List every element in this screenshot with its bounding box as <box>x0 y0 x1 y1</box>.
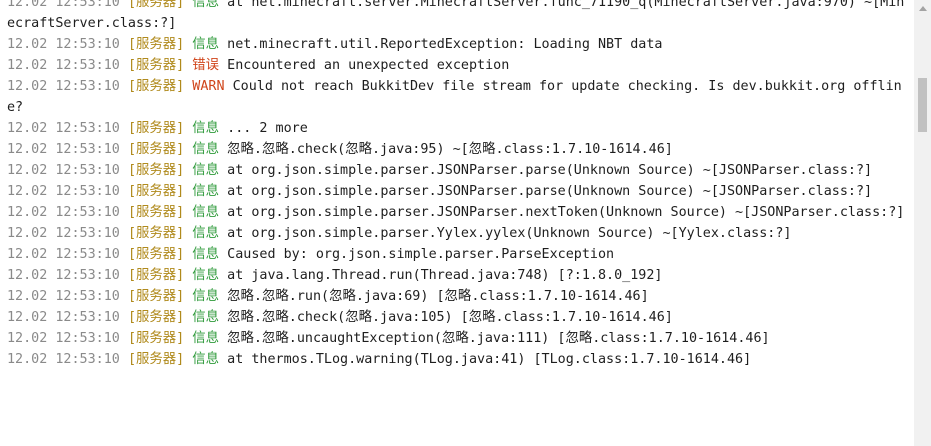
log-level: 信息 <box>192 289 220 304</box>
log-source: [服务器] <box>127 268 185 283</box>
log-line: 12.02 12:53:10 [服务器] 信息 ... 2 more <box>7 118 907 139</box>
log-timestamp: 12.02 12:53:10 <box>7 58 120 73</box>
log-timestamp: 12.02 12:53:10 <box>7 0 120 10</box>
log-level: 错误 <box>192 58 220 73</box>
log-timestamp: 12.02 12:53:10 <box>7 37 120 52</box>
log-line: 12.02 12:53:10 [服务器] 信息 net.minecraft.ut… <box>7 34 907 55</box>
log-message: at java.lang.Thread.run(Thread.java:748)… <box>227 268 663 283</box>
log-level: 信息 <box>192 142 220 157</box>
scroll-up-arrow-icon[interactable] <box>914 0 931 17</box>
log-level: WARN <box>192 79 225 94</box>
log-timestamp: 12.02 12:53:10 <box>7 142 120 157</box>
log-message: 忽略.忽略.check(忽略.java:105) [忽略.class:1.7.1… <box>227 310 673 325</box>
log-level: 信息 <box>192 352 220 367</box>
log-level: 信息 <box>192 331 220 346</box>
log-message: at org.json.simple.parser.JSONParser.par… <box>227 184 873 199</box>
log-line: 12.02 12:53:10 [服务器] WARN Could not reac… <box>7 76 907 118</box>
log-message: 忽略.忽略.uncaughtException(忽略.java:111) [忽略… <box>227 331 770 346</box>
log-level: 信息 <box>192 37 220 52</box>
log-source: [服务器] <box>127 331 185 346</box>
log-timestamp: 12.02 12:53:10 <box>7 79 120 94</box>
log-timestamp: 12.02 12:53:10 <box>7 310 120 325</box>
log-message: at org.json.simple.parser.JSONParser.par… <box>227 163 873 178</box>
log-message: ... 2 more <box>227 121 308 136</box>
log-output[interactable]: 12.02 12:53:10 [服务器] 信息 at net.minecraft… <box>0 0 912 446</box>
log-line: 12.02 12:53:10 [服务器] 信息 at net.minecraft… <box>7 0 907 34</box>
log-level: 信息 <box>192 247 220 262</box>
log-source: [服务器] <box>127 184 185 199</box>
log-source: [服务器] <box>127 205 185 220</box>
log-line: 12.02 12:53:10 [服务器] 信息 at thermos.TLog.… <box>7 349 907 370</box>
log-level: 信息 <box>192 184 220 199</box>
log-message: at thermos.TLog.warning(TLog.java:41) [T… <box>227 352 752 367</box>
log-level: 信息 <box>192 205 220 220</box>
log-source: [服务器] <box>127 163 185 178</box>
log-source: [服务器] <box>127 79 185 94</box>
log-level: 信息 <box>192 0 220 10</box>
log-line: 12.02 12:53:10 [服务器] 信息 at org.json.simp… <box>7 181 907 202</box>
log-message: net.minecraft.util.ReportedException: Lo… <box>227 37 663 52</box>
log-timestamp: 12.02 12:53:10 <box>7 268 120 283</box>
log-line: 12.02 12:53:10 [服务器] 信息 忽略.忽略.run(忽略.jav… <box>7 286 907 307</box>
log-source: [服务器] <box>127 121 185 136</box>
log-message: Caused by: org.json.simple.parser.ParseE… <box>227 247 615 262</box>
scrollbar-thumb[interactable] <box>918 77 927 132</box>
log-source: [服务器] <box>127 226 185 241</box>
log-lines: 12.02 12:53:10 [服务器] 信息 at net.minecraft… <box>7 0 907 370</box>
log-line: 12.02 12:53:10 [服务器] 信息 忽略.忽略.check(忽略.j… <box>7 139 907 160</box>
log-source: [服务器] <box>127 58 185 73</box>
log-timestamp: 12.02 12:53:10 <box>7 163 120 178</box>
log-timestamp: 12.02 12:53:10 <box>7 184 120 199</box>
log-source: [服务器] <box>127 247 185 262</box>
log-level: 信息 <box>192 163 220 178</box>
vertical-scrollbar[interactable] <box>914 0 931 446</box>
log-line: 12.02 12:53:10 [服务器] 信息 at org.json.simp… <box>7 223 907 244</box>
log-message: at org.json.simple.parser.Yylex.yylex(Un… <box>227 226 792 241</box>
log-message: at org.json.simple.parser.JSONParser.nex… <box>227 205 905 220</box>
log-line: 12.02 12:53:10 [服务器] 信息 Caused by: org.j… <box>7 244 907 265</box>
log-timestamp: 12.02 12:53:10 <box>7 247 120 262</box>
log-source: [服务器] <box>127 0 185 10</box>
log-level: 信息 <box>192 226 220 241</box>
log-message: Encountered an unexpected exception <box>227 58 510 73</box>
log-timestamp: 12.02 12:53:10 <box>7 352 120 367</box>
log-message: 忽略.忽略.check(忽略.java:95) ~[忽略.class:1.7.1… <box>227 142 673 157</box>
log-source: [服务器] <box>127 352 185 367</box>
log-timestamp: 12.02 12:53:10 <box>7 121 120 136</box>
console-panel: 12.02 12:53:10 [服务器] 信息 at net.minecraft… <box>0 0 931 446</box>
log-line: 12.02 12:53:10 [服务器] 信息 at java.lang.Thr… <box>7 265 907 286</box>
log-line: 12.02 12:53:10 [服务器] 信息 忽略.忽略.uncaughtEx… <box>7 328 907 349</box>
log-line: 12.02 12:53:10 [服务器] 信息 忽略.忽略.check(忽略.j… <box>7 307 907 328</box>
log-source: [服务器] <box>127 289 185 304</box>
log-source: [服务器] <box>127 310 185 325</box>
log-timestamp: 12.02 12:53:10 <box>7 226 120 241</box>
log-timestamp: 12.02 12:53:10 <box>7 289 120 304</box>
log-line: 12.02 12:53:10 [服务器] 信息 at org.json.simp… <box>7 202 907 223</box>
log-line: 12.02 12:53:10 [服务器] 信息 at org.json.simp… <box>7 160 907 181</box>
log-level: 信息 <box>192 121 220 136</box>
log-level: 信息 <box>192 268 220 283</box>
log-message: 忽略.忽略.run(忽略.java:69) [忽略.class:1.7.10-1… <box>227 289 649 304</box>
log-timestamp: 12.02 12:53:10 <box>7 205 120 220</box>
log-source: [服务器] <box>127 142 185 157</box>
log-line: 12.02 12:53:10 [服务器] 错误 Encountered an u… <box>7 55 907 76</box>
log-source: [服务器] <box>127 37 185 52</box>
log-level: 信息 <box>192 310 220 325</box>
log-timestamp: 12.02 12:53:10 <box>7 331 120 346</box>
